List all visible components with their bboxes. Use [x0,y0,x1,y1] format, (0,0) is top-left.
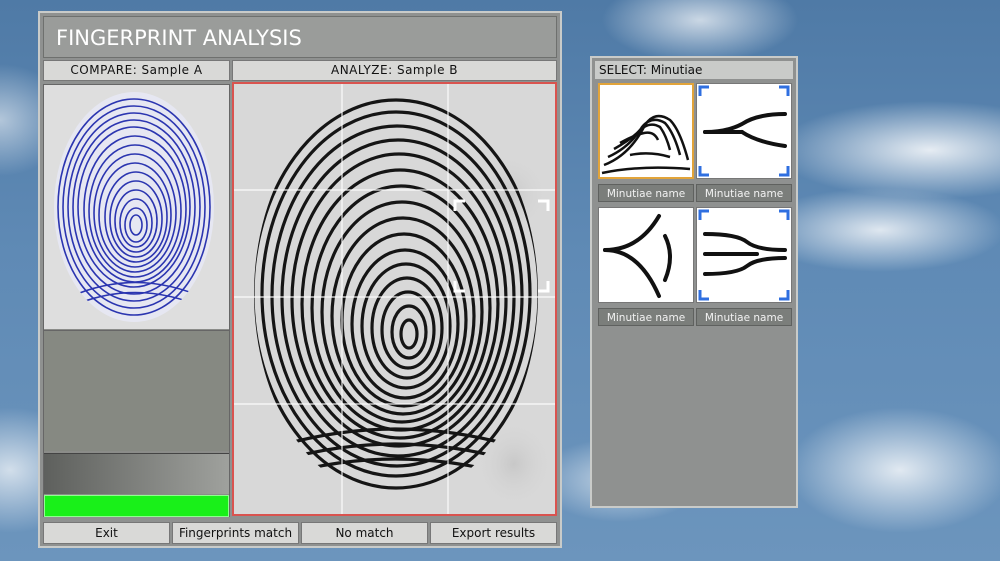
trifurcation-icon [603,214,672,298]
sample-b-analysis-area[interactable] [232,82,557,516]
minutiae-card-label: Minutiae name [696,184,792,202]
sample-b-fingerprint-icon [234,84,555,514]
sample-a-fingerprint-icon [54,92,214,322]
minutiae-card-double-bifurcation[interactable] [696,207,792,303]
exit-button[interactable]: Exit [43,522,170,544]
bifurcation-icon [698,85,790,177]
sample-a-gradient-bar [44,453,229,494]
minutiae-card-trifurcation[interactable] [598,207,694,303]
minutiae-card-label: Minutiae name [598,308,694,326]
compare-column [43,84,230,517]
sample-a-info-area [44,330,229,451]
progress-fill [44,495,229,517]
export-results-button[interactable]: Export results [430,522,557,544]
minutiae-select-panel: SELECT: Minutiae Minutiae name Minutiae … [590,56,798,508]
minutiae-card-bifurcation[interactable] [696,83,792,179]
fingerprints-match-button[interactable]: Fingerprints match [172,522,299,544]
progress-bar [44,495,229,517]
minutiae-card-label: Minutiae name [696,308,792,326]
analysis-window: FINGERPRINT ANALYSIS COMPARE: Sample A A… [38,11,562,548]
select-header: SELECT: Minutiae [595,61,793,79]
minutiae-card-label: Minutiae name [598,184,694,202]
analyze-header: ANALYZE: Sample B [232,60,557,81]
compare-header: COMPARE: Sample A [43,60,230,81]
sample-a-print [44,85,229,329]
no-match-button[interactable]: No match [301,522,428,544]
window-title: FINGERPRINT ANALYSIS [43,16,557,58]
minutiae-card-ridge-pattern[interactable] [598,83,694,179]
double-bifurcation-icon [698,209,790,301]
ridge-pattern-icon [601,114,691,175]
